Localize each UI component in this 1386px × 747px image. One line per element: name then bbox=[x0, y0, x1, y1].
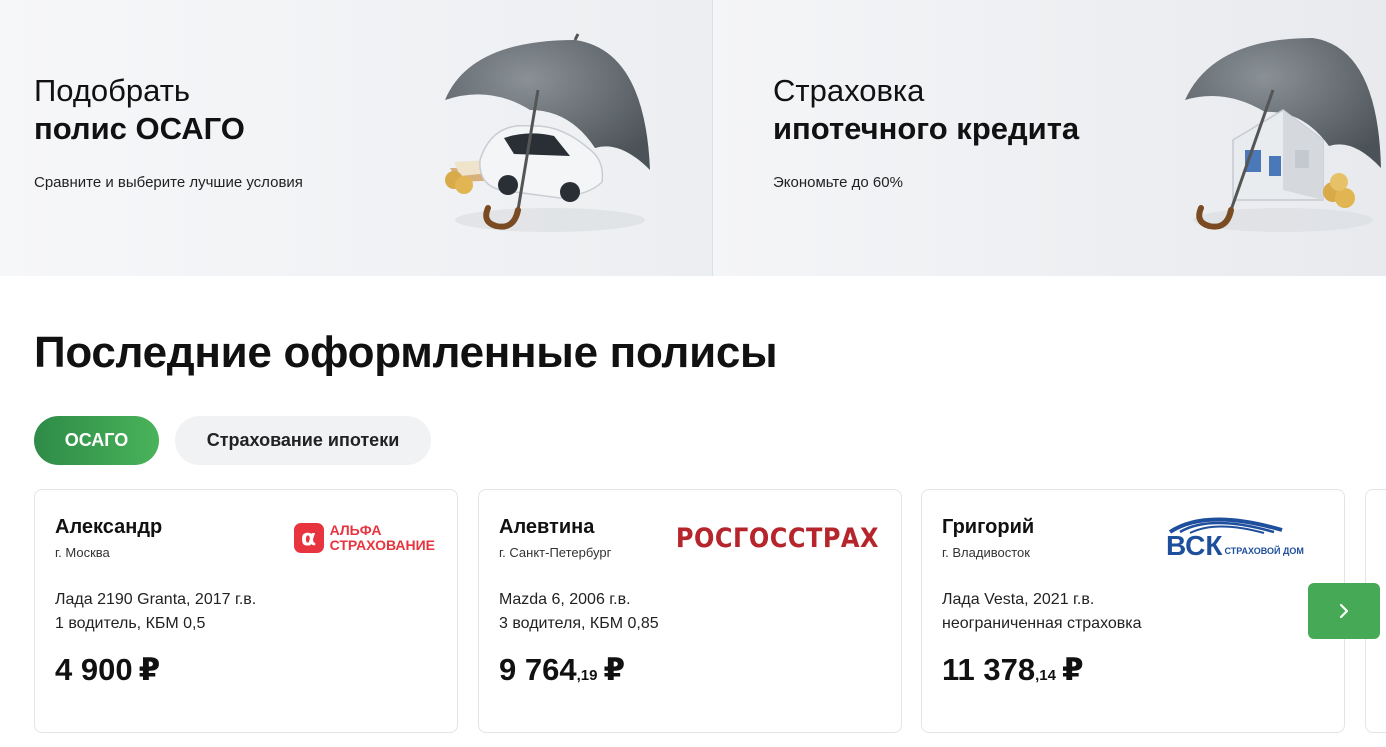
drivers-info: 1 водитель, КБМ 0,5 bbox=[55, 615, 206, 632]
mortgage-banner-line2: ипотечного кредита bbox=[773, 111, 1080, 146]
osago-banner-subtitle: Сравните и выберите лучшие условия bbox=[34, 174, 303, 191]
car-info: Mazda 6, 2006 г.в. bbox=[499, 591, 631, 608]
currency-sign: ₽ bbox=[1061, 652, 1084, 687]
promo-banners: Подобрать полис ОСАГО Сравните и выберит… bbox=[0, 0, 1386, 276]
alfa-insurance-logo: α АЛЬФА СТРАХОВАНИЕ bbox=[293, 512, 435, 564]
price-main: 4 900 bbox=[55, 652, 133, 687]
currency-sign: ₽ bbox=[138, 652, 161, 687]
umbrella-car-icon bbox=[445, 33, 650, 232]
mortgage-banner-text: Страховка ипотечного кредита Экономьте д… bbox=[773, 72, 1079, 191]
tab-mortgage-insurance[interactable]: Страхование ипотеки bbox=[175, 416, 431, 465]
drivers-info: 3 водителя, КБМ 0,85 bbox=[499, 615, 659, 632]
policy-card[interactable]: Григорий г. Владивосток ВСК СТРАХОВОЙ ДО… bbox=[921, 489, 1345, 733]
section-title: Последние оформленные полисы bbox=[34, 328, 778, 377]
policy-price: 9 764,19 ₽ bbox=[499, 652, 625, 688]
customer-city: г. Санкт-Петербург bbox=[499, 545, 612, 560]
policy-price: 4 900 ₽ bbox=[55, 652, 160, 688]
customer-name: Алевтина bbox=[499, 516, 595, 538]
rosgosstrakh-logo: РОСГОССТРАХ bbox=[676, 512, 879, 564]
price-main: 9 764 bbox=[499, 652, 577, 687]
chevron-right-icon bbox=[1339, 603, 1349, 619]
mortgage-banner-subtitle: Экономьте до 60% bbox=[773, 174, 903, 191]
customer-name: Григорий bbox=[942, 516, 1035, 538]
alfa-mark-icon: α bbox=[293, 523, 324, 553]
drivers-info: неограниченная страховка bbox=[942, 615, 1142, 632]
alfa-logo-line2: СТРАХОВАНИЕ bbox=[329, 537, 435, 553]
policy-price: 11 378,14 ₽ bbox=[942, 652, 1084, 688]
policy-card[interactable]: Александр г. Москва α АЛЬФА СТРАХОВАНИЕ … bbox=[34, 489, 458, 733]
umbrella-house-icon bbox=[1185, 38, 1381, 232]
car-info: Лада 2190 Granta, 2017 г.в. bbox=[55, 591, 257, 608]
alfa-logo-line1: АЛЬФА bbox=[329, 522, 382, 538]
osago-banner[interactable]: Подобрать полис ОСАГО Сравните и выберит… bbox=[0, 0, 713, 276]
car-info: Лада Vesta, 2021 г.в. bbox=[942, 591, 1095, 608]
policies-carousel: Александр г. Москва α АЛЬФА СТРАХОВАНИЕ … bbox=[34, 489, 1386, 747]
price-kopecks: ,19 bbox=[576, 667, 598, 684]
price-main: 11 378 bbox=[942, 652, 1036, 687]
vsk-logo-tail: СТРАХОВОЙ ДОМ bbox=[1224, 546, 1304, 556]
tab-osago[interactable]: ОСАГО bbox=[34, 416, 159, 465]
customer-name: Александр bbox=[55, 516, 163, 538]
policy-card[interactable]: Алевтина г. Санкт-Петербург РОСГОССТРАХ … bbox=[478, 489, 902, 733]
vsk-logo: ВСК СТРАХОВОЙ ДОМ bbox=[1166, 512, 1322, 564]
policy-tabs: ОСАГО Страхование ипотеки bbox=[34, 416, 431, 465]
price-kopecks: ,14 bbox=[1035, 667, 1056, 684]
customer-city: г. Москва bbox=[55, 545, 110, 560]
carousel-next-button[interactable] bbox=[1308, 583, 1380, 639]
vsk-logo-mark: ВСК bbox=[1166, 530, 1223, 561]
mortgage-banner-line1: Страховка bbox=[773, 73, 925, 108]
osago-banner-line1: Подобрать bbox=[34, 73, 191, 108]
osago-banner-text: Подобрать полис ОСАГО Сравните и выберит… bbox=[34, 72, 303, 191]
customer-city: г. Владивосток bbox=[942, 545, 1030, 560]
rosgosstrakh-logo-text: РОСГОССТРАХ bbox=[675, 522, 879, 554]
osago-banner-line2: полис ОСАГО bbox=[34, 111, 245, 146]
currency-sign: ₽ bbox=[603, 652, 626, 687]
mortgage-banner[interactable]: Страховка ипотечного кредита Экономьте д… bbox=[713, 0, 1386, 276]
